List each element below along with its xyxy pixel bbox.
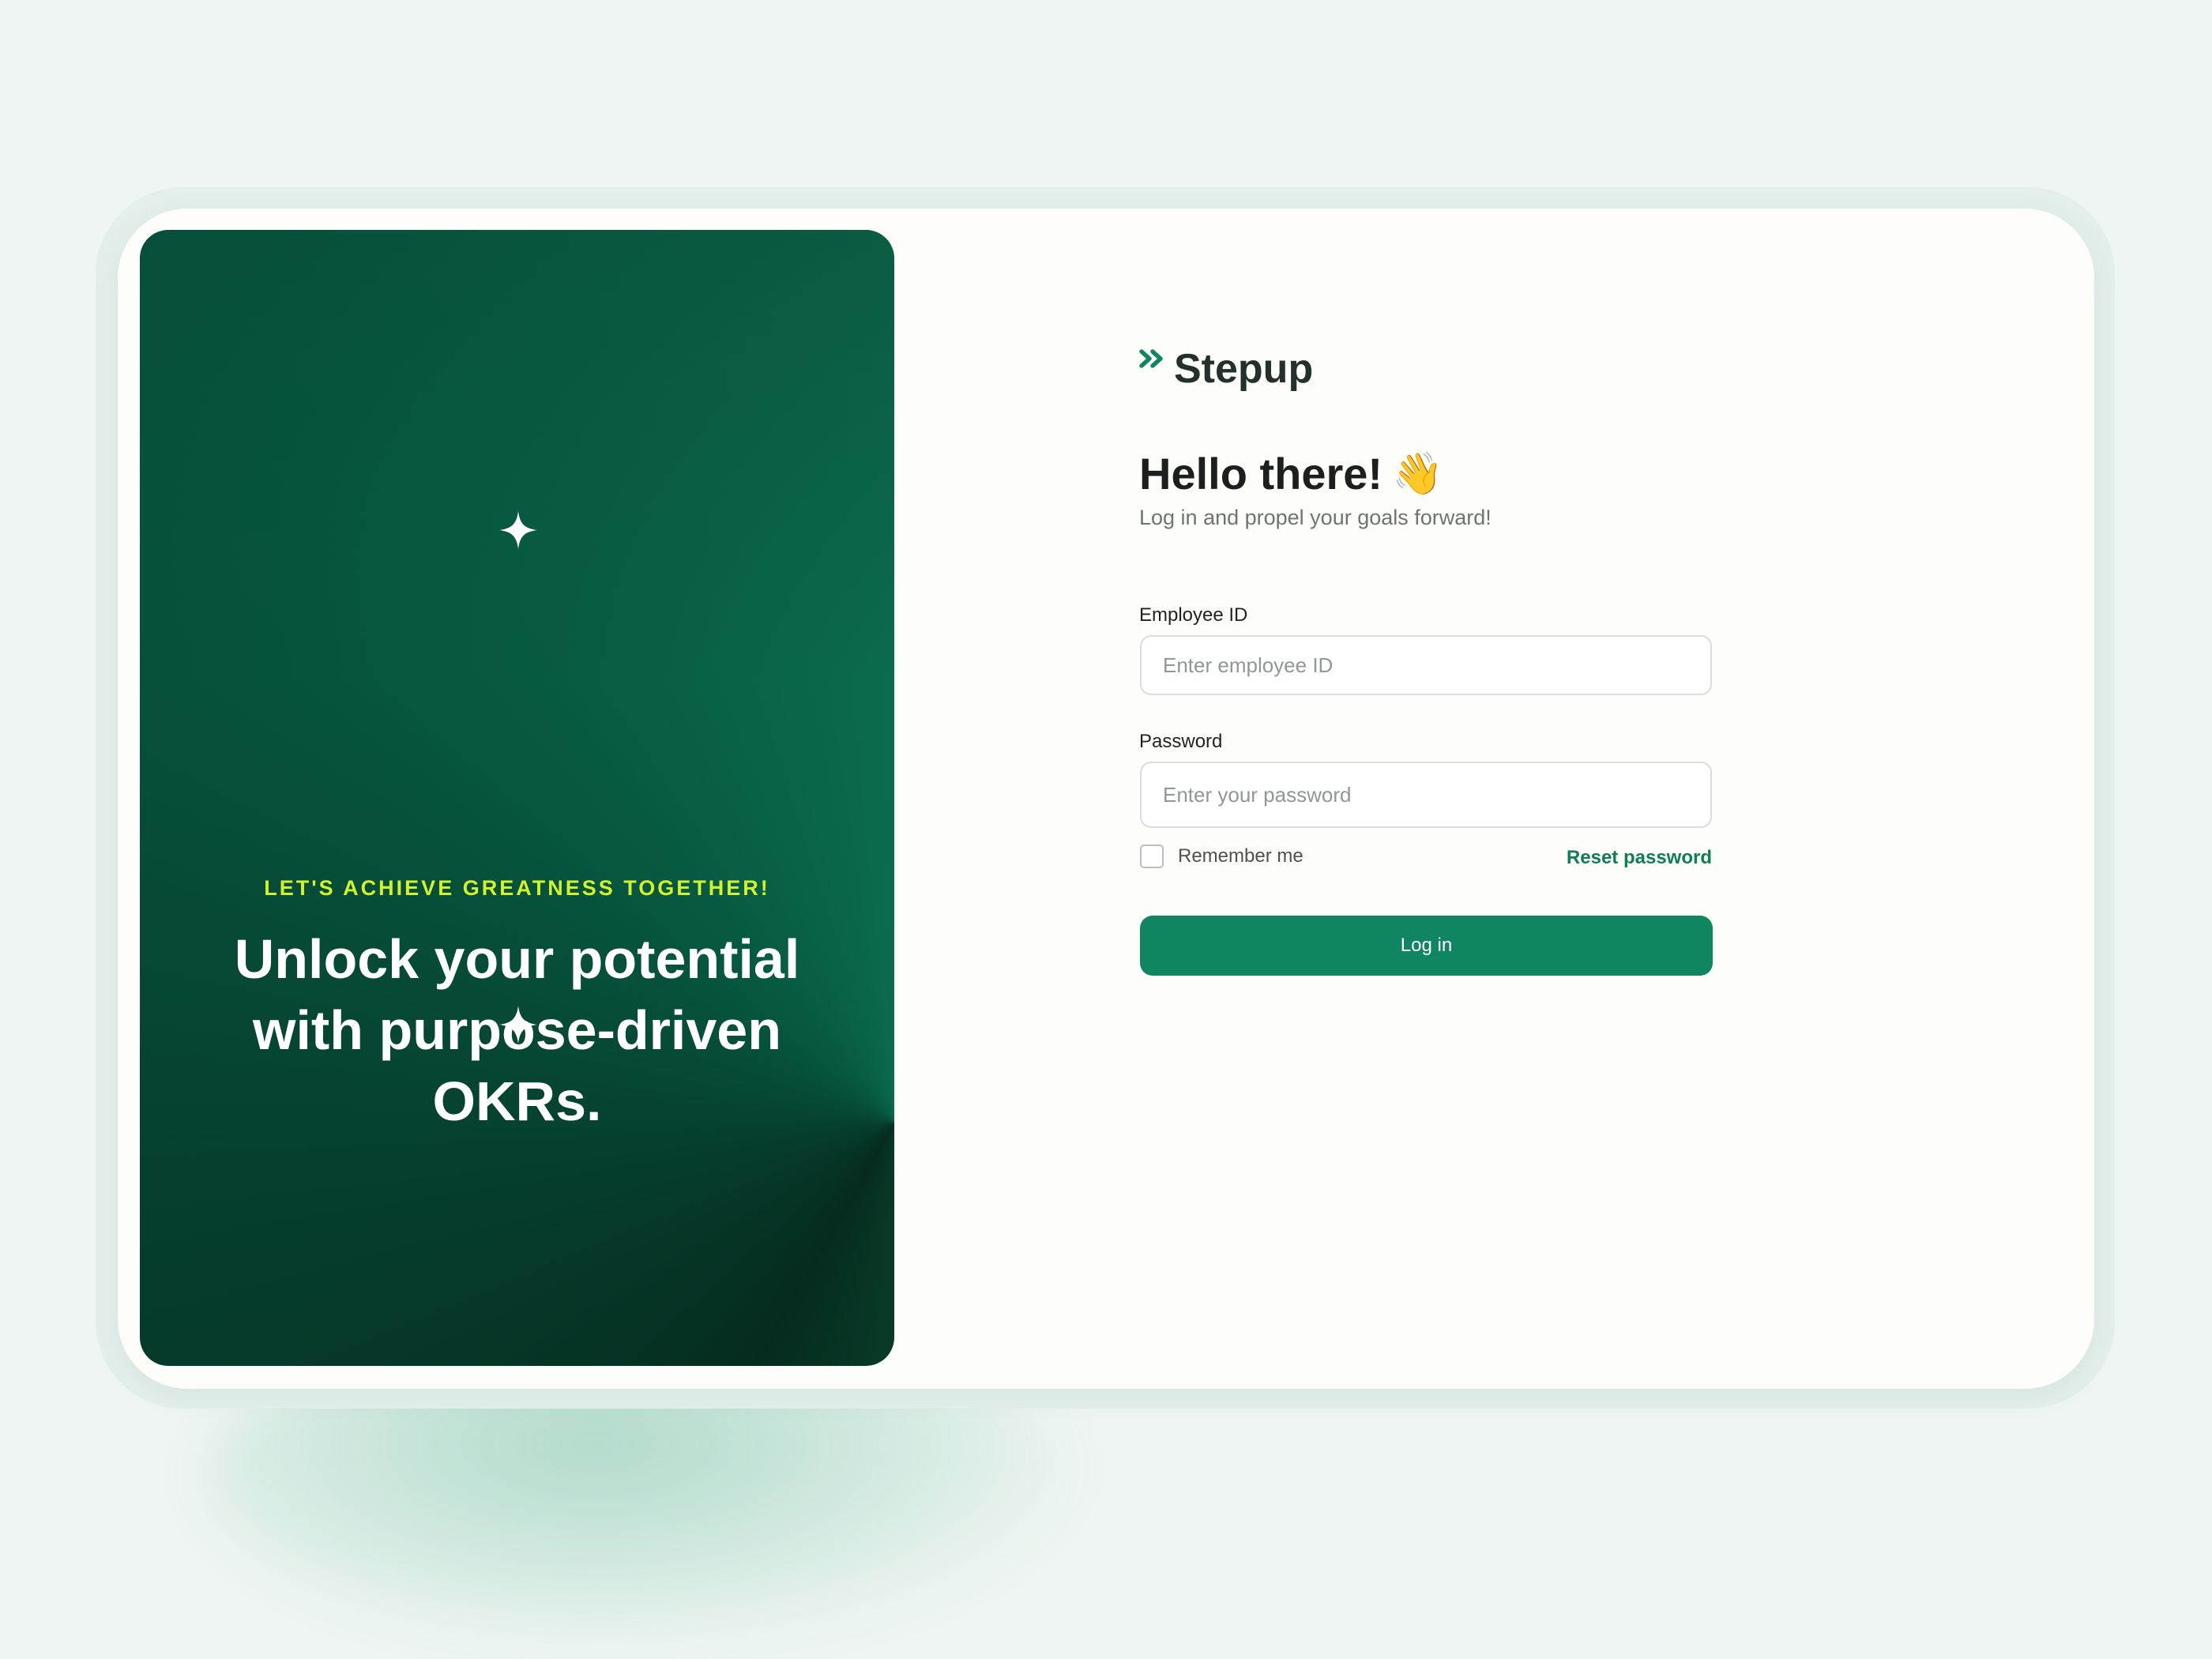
page-title: Hello there! 👋	[1139, 444, 1443, 504]
remember-me-checkbox[interactable]	[1140, 845, 1164, 868]
hero-panel: LET'S ACHIEVE GREATNESS TOGETHER! Unlock…	[140, 230, 894, 1366]
page-subtitle: Log in and propel your goals forward!	[1139, 506, 1492, 529]
employee-id-input[interactable]	[1140, 635, 1712, 695]
hero-shade	[140, 230, 894, 1366]
brand-logo: Stepup	[1139, 341, 1313, 397]
sparkle-icon	[499, 511, 537, 549]
password-input[interactable]	[1140, 762, 1712, 828]
hero-eyebrow: LET'S ACHIEVE GREATNESS TOGETHER!	[264, 876, 770, 900]
login-button[interactable]: Log in	[1140, 916, 1713, 976]
remember-me[interactable]: Remember me	[1140, 845, 1304, 868]
password-label: Password	[1139, 731, 1223, 752]
reset-password-link[interactable]: Reset password	[1567, 847, 1712, 869]
double-chevron-right-icon	[1139, 349, 1163, 368]
brand-name: Stepup	[1174, 346, 1314, 392]
employee-id-label: Employee ID	[1139, 604, 1248, 626]
remember-me-label: Remember me	[1178, 845, 1304, 867]
waving-hand-icon: 👋	[1392, 451, 1443, 497]
sparkle-icon	[499, 1006, 537, 1044]
greeting-text: Hello there!	[1139, 449, 1383, 498]
